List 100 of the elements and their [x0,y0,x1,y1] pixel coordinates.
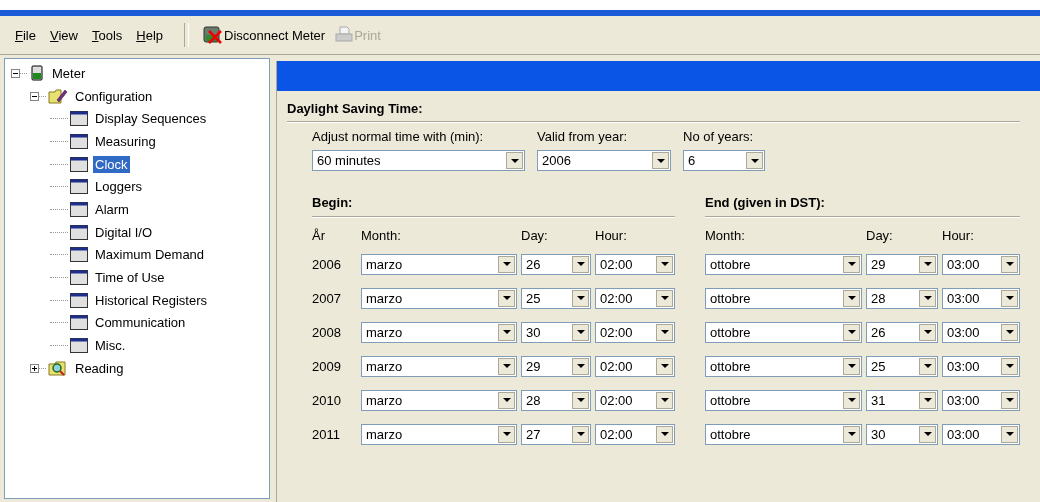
dropdown[interactable]: ottobre [705,287,862,309]
tree-item[interactable]: Historical Registers [93,291,209,309]
tree-item[interactable]: Measuring [93,132,158,150]
tree-item[interactable]: Loggers [93,178,144,196]
dropdown[interactable]: 03:00 [942,287,1020,309]
caret-icon [502,432,511,436]
tree-item[interactable]: Maximum Demand [93,246,207,264]
field-label: No of years: [683,129,755,144]
window-icon [70,292,88,308]
menu-item[interactable]: Help [129,27,171,43]
dropdown[interactable]: ottobre [705,423,862,445]
menu-item[interactable]: View [42,27,85,43]
column-header: Hour: [942,228,975,243]
dropdown[interactable]: 03:00 [942,389,1020,411]
dropdown[interactable]: 26 [521,253,591,275]
dropdown[interactable]: 02:00 [595,389,675,411]
column-header: Day: [521,228,549,243]
caret-icon [660,296,669,300]
toolbar-button[interactable]: Disconnect Meter [199,24,330,46]
dropdown[interactable]: 02:00 [595,355,675,377]
dropdown[interactable]: 31 [866,389,938,411]
dropdown[interactable]: 28 [866,287,938,309]
column-header: Day: [866,228,894,243]
dropdown[interactable]: 02:00 [595,321,675,343]
dropdown[interactable]: 03:00 [942,423,1020,445]
tree-item[interactable]: Configuration [73,87,155,105]
dropdown[interactable]: marzo [361,287,517,309]
tree-item[interactable]: Time of Use [93,269,167,287]
dropdown[interactable]: 30 [866,423,938,445]
year-label: 2008 [312,324,342,340]
dropdown[interactable]: 02:00 [595,253,675,275]
tree-item[interactable]: Communication [93,314,188,332]
dropdown[interactable]: 29 [866,253,938,275]
window-icon [70,224,88,240]
dropdown[interactable]: 29 [521,355,591,377]
dropdown[interactable]: marzo [361,355,517,377]
caret-icon [847,364,856,368]
dropdown[interactable]: 02:00 [595,423,675,445]
caret-icon [576,296,585,300]
dropdown[interactable]: 03:00 [942,321,1020,343]
dropdown[interactable]: 6 [683,150,765,171]
caret-icon [923,262,932,266]
caret-icon [750,158,759,163]
caret-icon [923,398,932,402]
dropdown[interactable]: marzo [361,423,517,445]
dropdown[interactable]: ottobre [705,389,862,411]
dropdown[interactable]: 60 minutes [312,150,525,171]
caret-icon [502,398,511,402]
dropdown[interactable]: 03:00 [942,355,1020,377]
dropdown[interactable]: 30 [521,321,591,343]
dropdown[interactable]: marzo [361,321,517,343]
caret-icon [847,296,856,300]
caret-icon [1005,432,1014,436]
expander-icon[interactable] [11,68,20,78]
year-label: 2006 [312,256,342,272]
printer-icon [335,26,354,44]
caret-icon [502,330,511,334]
caret-icon [576,262,585,266]
dropdown[interactable]: 28 [521,389,591,411]
expander-icon[interactable] [30,363,39,373]
tree-item[interactable]: Reading [73,359,126,377]
dropdown[interactable]: 26 [866,321,938,343]
window-icon [70,156,88,172]
dropdown[interactable]: 25 [866,355,938,377]
caret-icon [660,364,669,368]
tree-item[interactable]: Digital I/O [93,223,155,241]
dropdown[interactable]: marzo [361,389,517,411]
tree-item[interactable]: Misc. [93,337,128,355]
year-label: 2009 [312,358,342,374]
window-icon [70,179,88,195]
caret-icon [576,398,585,402]
menu-item[interactable]: File [8,27,43,43]
caret-icon [923,364,932,368]
tree-item[interactable]: Alarm [93,200,131,218]
caret-icon [847,262,856,266]
column-header: Month: [705,228,746,243]
meter-cross-icon [203,26,224,44]
column-header: Hour: [595,228,628,243]
folder-magnifier-icon [48,359,68,377]
menu-item[interactable]: Tools [84,27,130,43]
dropdown[interactable]: ottobre [705,355,862,377]
caret-icon [660,432,669,436]
tree-item[interactable]: Display Sequences [93,110,209,128]
year-label: 2010 [312,392,342,408]
tree-item[interactable]: Meter [50,64,88,82]
dropdown[interactable]: 02:00 [595,287,675,309]
dropdown[interactable]: 27 [521,423,591,445]
column-header: Month: [361,228,402,243]
dropdown[interactable]: ottobre [705,253,862,275]
dropdown[interactable]: 25 [521,287,591,309]
dropdown[interactable]: 2006 [537,150,671,171]
caret-icon [923,432,932,436]
expander-icon[interactable] [30,91,39,101]
field-label: Valid from year: [537,129,629,144]
dropdown[interactable]: ottobre [705,321,862,343]
dropdown[interactable]: marzo [361,253,517,275]
caret-icon [923,330,932,334]
window-icon [70,315,88,331]
dropdown[interactable]: 03:00 [942,253,1020,275]
tree-item[interactable]: Clock [93,155,130,173]
